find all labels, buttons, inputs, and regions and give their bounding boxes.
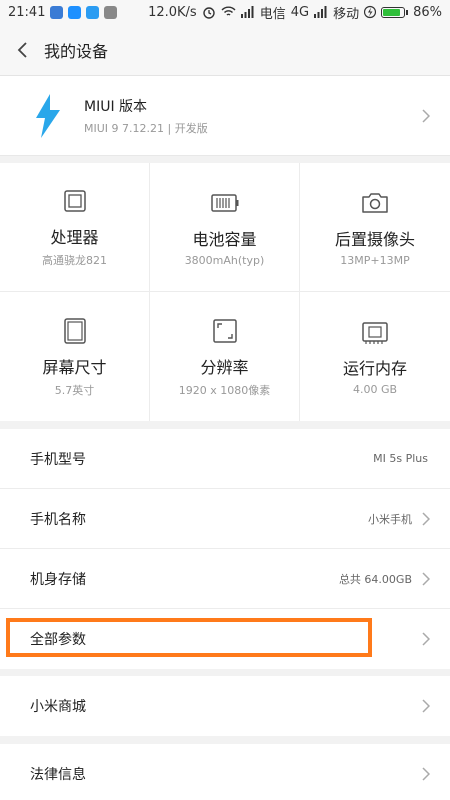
chevron-right-icon <box>422 571 430 586</box>
wifi-icon <box>221 6 236 16</box>
row-value: 小米手机 <box>368 512 412 526</box>
row-label: 手机型号 <box>30 451 86 468</box>
spec-label: 屏幕尺寸 <box>42 357 107 377</box>
page-title: 我的设备 <box>44 41 109 61</box>
header: 我的设备 <box>0 24 450 76</box>
back-arrow-icon <box>17 41 27 58</box>
spec-value: 高通骁龙821 <box>42 254 107 267</box>
resolution-icon <box>212 318 237 343</box>
miui-version-label: MIUI 版本 <box>84 98 148 115</box>
memory-icon <box>362 322 388 344</box>
alarm-icon <box>203 7 215 19</box>
carrier-mobile: 移动 <box>333 6 360 22</box>
chevron-right-icon <box>422 108 430 123</box>
device-info-list: 手机型号 MI 5s Plus 手机名称 小米手机 机身存储 总共 64.00G… <box>0 429 450 669</box>
row-model: 手机型号 MI 5s Plus <box>0 429 450 489</box>
signal-icon <box>240 6 254 18</box>
app-notification-icon <box>104 5 118 19</box>
row-legal-info[interactable]: 法律信息 <box>0 744 450 800</box>
spec-label: 分辨率 <box>200 357 249 377</box>
miui-version-item[interactable]: MIUI 版本 MIUI 9 7.12.21 | 开发版 <box>0 76 450 156</box>
spec-processor: 处理器 高通骁龙821 <box>0 163 150 292</box>
status-right: 12.0K/s 电信 4G 移动 86% <box>148 3 442 22</box>
row-all-specs[interactable]: 全部参数 <box>0 609 450 669</box>
charging-icon <box>364 5 377 19</box>
screen-icon <box>63 317 86 344</box>
spec-value: 4.00 GB <box>352 383 398 396</box>
camera-icon <box>362 192 388 213</box>
chevron-right-icon <box>422 632 430 646</box>
app-notification-icon <box>50 5 64 19</box>
row-label: 小米商城 <box>30 699 86 715</box>
specs-grid: 处理器 高通骁龙821 电池容量 3800mAh(typ) 后置摄像头 13MP… <box>0 163 450 421</box>
network-type: 4G <box>290 4 310 20</box>
spec-label: 后置摄像头 <box>334 229 415 249</box>
processor-icon <box>63 190 86 212</box>
row-mi-store[interactable]: 小米商城 <box>0 676 450 736</box>
carrier-telecom: 电信 <box>259 6 286 22</box>
spec-memory: 运行内存 4.00 GB <box>300 292 450 421</box>
spec-value: 1920 x 1080像素 <box>178 383 271 397</box>
spec-screen-size: 屏幕尺寸 5.7英寸 <box>0 292 150 421</box>
clock: 21:41 <box>8 4 46 20</box>
chevron-right-icon <box>422 767 430 781</box>
battery-icon <box>210 193 238 212</box>
status-left: 21:41 <box>8 4 118 20</box>
app-notification-icon <box>68 5 82 19</box>
status-bar: 21:41 12.0K/s 电信 4G 移动 86% <box>0 0 450 24</box>
lightning-logo-icon <box>36 93 60 138</box>
battery-percent: 86% <box>413 4 442 20</box>
app-notification-icon <box>86 5 100 19</box>
spec-resolution: 分辨率 1920 x 1080像素 <box>150 292 300 421</box>
row-device-name[interactable]: 手机名称 小米手机 <box>0 489 450 549</box>
spec-camera: 后置摄像头 13MP+13MP <box>300 163 450 292</box>
network-speed: 12.0K/s <box>148 4 197 20</box>
spec-value: 13MP+13MP <box>340 253 410 267</box>
chevron-right-icon <box>422 699 430 713</box>
spec-value: 3800mAh(typ) <box>184 253 265 267</box>
row-label: 手机名称 <box>30 511 86 528</box>
spec-label: 处理器 <box>50 228 99 247</box>
back-button[interactable] <box>0 24 44 76</box>
spec-value: 5.7英寸 <box>54 383 95 397</box>
row-storage[interactable]: 机身存储 总共 64.00GB <box>0 549 450 609</box>
row-value: MI 5s Plus <box>373 452 428 465</box>
signal-icon <box>314 6 327 18</box>
miui-version-value: MIUI 9 7.12.21 | 开发版 <box>84 121 208 135</box>
chevron-right-icon <box>422 511 430 526</box>
spec-battery: 电池容量 3800mAh(typ) <box>150 163 300 292</box>
spec-label: 电池容量 <box>192 229 257 249</box>
battery-indicator <box>381 6 409 18</box>
row-label: 机身存储 <box>30 571 86 588</box>
spec-label: 运行内存 <box>342 359 407 378</box>
row-value: 总共 64.00GB <box>338 572 412 586</box>
row-label: 全部参数 <box>30 632 86 648</box>
row-label: 法律信息 <box>30 767 86 783</box>
